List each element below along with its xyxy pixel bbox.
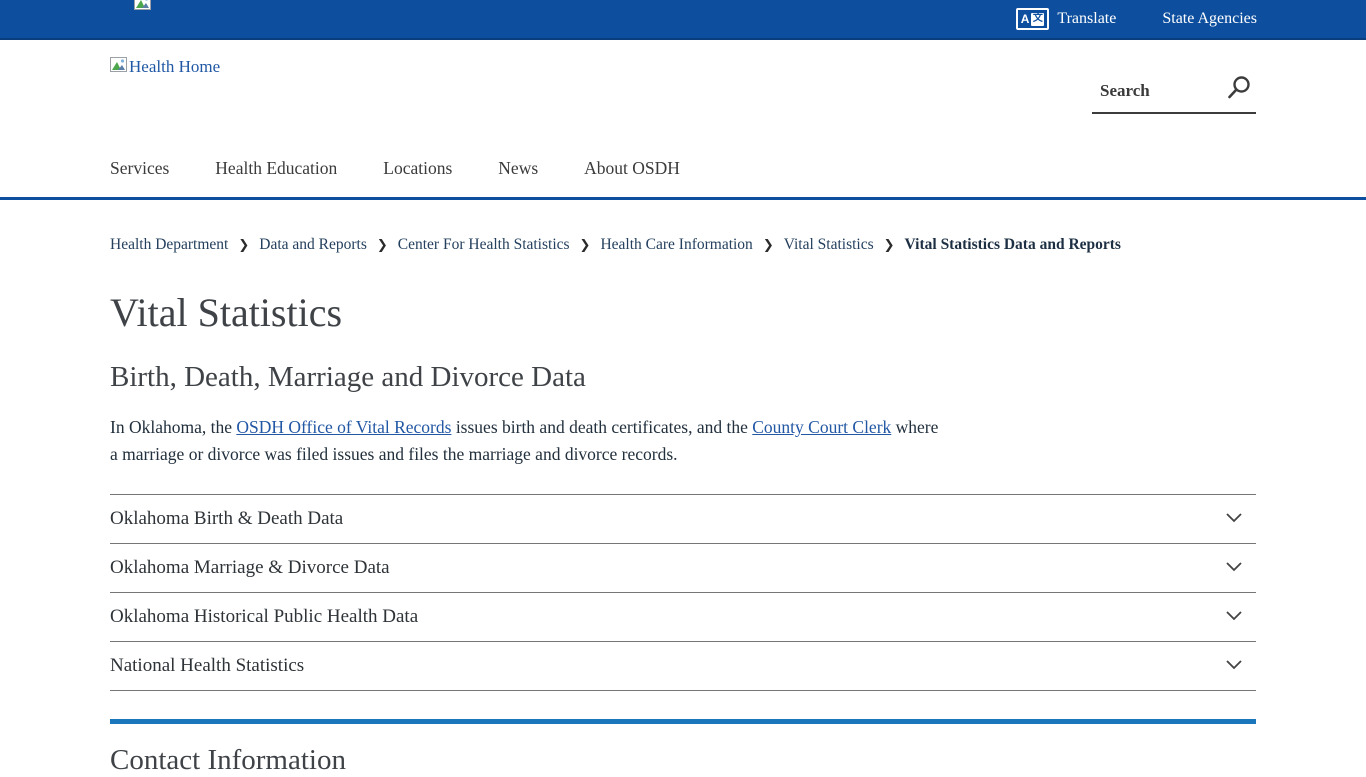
chevron-right-icon: ❯: [763, 238, 774, 253]
main-content: Health Department ❯ Data and Reports ❯ C…: [110, 200, 1256, 777]
nav-item-locations[interactable]: Locations: [383, 158, 452, 179]
breadcrumb-link-center-for-health-statistics[interactable]: Center For Health Statistics: [398, 236, 570, 254]
breadcrumb-link-health-department[interactable]: Health Department: [110, 236, 228, 254]
accordion-historical-public-health-data[interactable]: Oklahoma Historical Public Health Data: [110, 592, 1256, 641]
accordion-national-health-statistics[interactable]: National Health Statistics: [110, 641, 1256, 690]
health-home-label: Health Home: [129, 57, 220, 77]
chevron-down-icon: [1226, 657, 1242, 675]
translate-icon: A 文: [1016, 8, 1050, 30]
page-subtitle: Birth, Death, Marriage and Divorce Data: [110, 360, 1256, 394]
chevron-down-icon: [1226, 559, 1242, 577]
state-agencies-link[interactable]: State Agencies: [1162, 10, 1257, 28]
chevron-right-icon: ❯: [884, 238, 895, 253]
accordion-label: Oklahoma Historical Public Health Data: [110, 606, 418, 628]
breadcrumb: Health Department ❯ Data and Reports ❯ C…: [110, 236, 1256, 254]
breadcrumb-link-data-and-reports[interactable]: Data and Reports: [259, 236, 367, 254]
section-divider: [110, 719, 1256, 724]
nav-item-services[interactable]: Services: [110, 158, 169, 179]
search-icon: [1226, 89, 1252, 104]
main-navigation: Services Health Education Locations News…: [110, 158, 680, 179]
site-header: Health Home Services Health Education Lo…: [0, 40, 1366, 200]
state-agencies-label: State Agencies: [1162, 10, 1257, 28]
nav-item-health-education[interactable]: Health Education: [215, 158, 337, 179]
intro-paragraph: In Oklahoma, the OSDH Office of Vital Re…: [110, 414, 940, 468]
search-input[interactable]: [1092, 81, 1210, 101]
broken-image-icon: [110, 57, 127, 77]
top-utility-bar: A 文 Translate State Agencies: [0, 0, 1366, 40]
accordion-label: National Health Statistics: [110, 655, 304, 677]
nav-item-about-osdh[interactable]: About OSDH: [584, 158, 680, 179]
chevron-right-icon: ❯: [238, 238, 249, 253]
accordion-list: Oklahoma Birth & Death Data Oklahoma Mar…: [110, 494, 1256, 691]
search-button[interactable]: [1226, 75, 1256, 108]
accordion-label: Oklahoma Marriage & Divorce Data: [110, 557, 390, 579]
vital-records-link[interactable]: OSDH Office of Vital Records: [236, 417, 451, 437]
chevron-right-icon: ❯: [580, 238, 591, 253]
health-home-link[interactable]: Health Home: [110, 57, 220, 77]
translate-label: Translate: [1057, 10, 1116, 28]
county-court-clerk-link[interactable]: County Court Clerk: [752, 417, 891, 437]
chevron-down-icon: [1226, 608, 1242, 626]
nav-item-news[interactable]: News: [498, 158, 538, 179]
translate-link[interactable]: A 文 Translate: [1016, 8, 1117, 30]
intro-text: issues birth and death certificates, and…: [451, 417, 752, 437]
page-title: Vital Statistics: [110, 290, 1256, 336]
intro-text: In Oklahoma, the: [110, 417, 236, 437]
breadcrumb-link-vital-statistics[interactable]: Vital Statistics: [784, 236, 874, 254]
breadcrumb-link-health-care-information[interactable]: Health Care Information: [600, 236, 752, 254]
accordion-label: Oklahoma Birth & Death Data: [110, 508, 343, 530]
chevron-down-icon: [1226, 510, 1242, 528]
contact-information-heading: Contact Information: [110, 744, 1256, 777]
chevron-right-icon: ❯: [377, 238, 388, 253]
search-box: [1092, 70, 1256, 114]
breadcrumb-current-page: Vital Statistics Data and Reports: [905, 236, 1121, 254]
accordion-marriage-divorce-data[interactable]: Oklahoma Marriage & Divorce Data: [110, 543, 1256, 592]
broken-image-icon: [134, 0, 151, 15]
accordion-birth-death-data[interactable]: Oklahoma Birth & Death Data: [110, 494, 1256, 543]
